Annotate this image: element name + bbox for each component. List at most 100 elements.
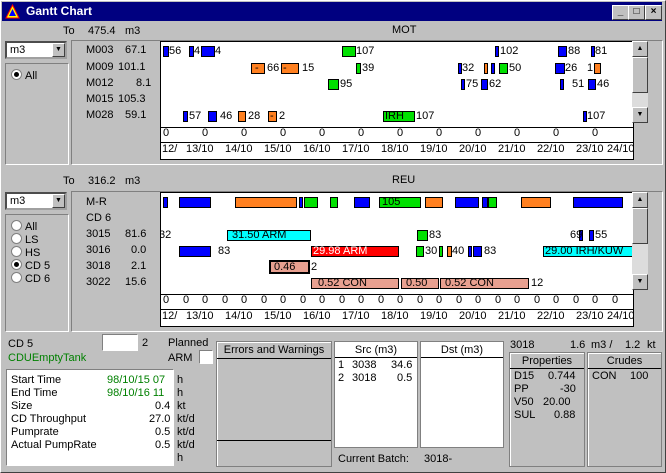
gantt-bar[interactable] xyxy=(342,46,356,57)
crudes-title: Crudes xyxy=(606,355,643,367)
axis-date: 19/10 xyxy=(420,310,448,322)
axis-tick: 0 xyxy=(163,127,170,139)
gantt-bar[interactable] xyxy=(499,63,508,74)
radio-selected-icon xyxy=(11,69,22,80)
gantt-bar[interactable] xyxy=(425,197,443,208)
bar-label: 81 xyxy=(595,45,608,57)
gantt-bar[interactable] xyxy=(201,46,215,57)
reu-filter-hs[interactable]: HS xyxy=(11,246,40,259)
errors-warnings-panel: Errors and Warnings xyxy=(216,341,332,467)
gantt-bar[interactable] xyxy=(328,79,339,90)
gantt-bar[interactable] xyxy=(179,246,211,257)
mot-filter-all[interactable]: All xyxy=(11,69,37,82)
gantt-bar[interactable] xyxy=(555,63,565,74)
mot-unit-select[interactable]: m3 ▼ xyxy=(5,41,67,59)
reu-filter-ls[interactable]: LS xyxy=(11,233,38,246)
arm-checkbox[interactable] xyxy=(199,350,213,364)
mot-vertical-scrollbar[interactable]: ▲ ▼ xyxy=(632,41,648,123)
gantt-bar[interactable] xyxy=(481,79,488,90)
axis-date: 16/10 xyxy=(303,143,331,155)
field-label: Actual PumpRate xyxy=(11,439,97,451)
gantt-bar[interactable] xyxy=(356,63,361,74)
scroll-down-icon[interactable]: ▼ xyxy=(632,107,648,123)
gantt-bar[interactable] xyxy=(589,230,594,241)
gantt-bar[interactable] xyxy=(468,246,472,257)
gantt-bar[interactable] xyxy=(304,197,318,208)
axis-tick: 0 xyxy=(514,294,521,306)
src-panel: Src (m3) 1 3038 34.6 2 3018 0.5 xyxy=(334,341,418,448)
gantt-bar[interactable] xyxy=(163,197,168,208)
gantt-bar[interactable] xyxy=(461,79,465,90)
gantt-bar[interactable] xyxy=(416,246,424,257)
bar-label: 30 xyxy=(425,245,438,257)
mot-section-title: MOT xyxy=(392,24,417,36)
scroll-up-icon[interactable]: ▲ xyxy=(632,192,648,208)
scroll-thumb[interactable] xyxy=(632,208,648,244)
reu-filter-cd6[interactable]: CD 6 xyxy=(11,272,50,285)
gantt-bar[interactable] xyxy=(238,111,246,122)
bar-label: 2 xyxy=(279,110,286,122)
mot-row-name: M015 xyxy=(86,93,114,105)
src-value: 34.6 xyxy=(391,359,413,371)
reu-vertical-scrollbar[interactable]: ▲ ▼ xyxy=(632,192,648,290)
close-button[interactable]: × xyxy=(645,5,662,20)
dst-panel: Dst (m3) xyxy=(420,341,504,448)
mot-row-value: 67.1 xyxy=(125,44,147,56)
minimize-button[interactable]: _ xyxy=(612,5,629,20)
cd-label: CD 5 xyxy=(8,338,34,350)
mot-row-value: 8.1 xyxy=(136,77,152,89)
gantt-bar[interactable] xyxy=(235,197,297,208)
reu-unit-select[interactable]: m3 ▼ xyxy=(5,192,67,210)
axis-tick: 0 xyxy=(241,294,248,306)
bar-label: 51 xyxy=(572,78,585,90)
gantt-bar[interactable] xyxy=(573,197,623,208)
gantt-bar[interactable] xyxy=(521,197,551,208)
gantt-bar[interactable] xyxy=(208,111,217,122)
gantt-bar[interactable] xyxy=(473,246,482,257)
gantt-bar[interactable] xyxy=(330,197,338,208)
gantt-bar[interactable] xyxy=(455,197,479,208)
bar-label: 29.00 IRH/KUW xyxy=(545,245,624,257)
gantt-bar[interactable] xyxy=(495,46,499,57)
axis-tick: 0 xyxy=(300,294,307,306)
gantt-bar[interactable] xyxy=(491,63,495,74)
cd-input[interactable] xyxy=(102,334,138,351)
bar-label: 31.50 ARM xyxy=(232,229,287,241)
tank-m3-unit: m3 / xyxy=(591,339,613,351)
gantt-bar[interactable] xyxy=(179,197,211,208)
gantt-bar[interactable] xyxy=(560,79,564,90)
gantt-bar[interactable] xyxy=(558,46,567,57)
mot-to-label: To xyxy=(63,25,75,37)
axis-tick: 0 xyxy=(280,127,287,139)
reu-filter-cd5[interactable]: CD 5 xyxy=(11,259,50,272)
gantt-bar[interactable] xyxy=(354,197,370,208)
src-value: 0.5 xyxy=(397,372,413,384)
gantt-bar[interactable] xyxy=(183,111,188,122)
gantt-bar[interactable] xyxy=(594,63,601,74)
bar-label: 26 xyxy=(565,62,578,74)
gantt-bar[interactable] xyxy=(299,197,303,208)
axis-date: 12/ xyxy=(162,143,178,155)
divider xyxy=(217,440,331,441)
extra-unit: h xyxy=(177,452,184,464)
gantt-bar[interactable] xyxy=(484,63,488,74)
prop-value: 0.88 xyxy=(554,409,576,421)
crude-key: CON xyxy=(592,370,617,382)
axis-tick: 0 xyxy=(378,294,385,306)
axis-tick: 0 xyxy=(534,294,541,306)
scroll-down-icon[interactable]: ▼ xyxy=(632,274,648,290)
prop-key: D15 xyxy=(514,370,535,382)
bar-label: IRH xyxy=(385,110,404,122)
scroll-thumb[interactable] xyxy=(632,57,648,93)
maximize-button[interactable]: □ xyxy=(628,5,645,20)
gantt-bar[interactable] xyxy=(417,230,428,241)
scroll-up-icon[interactable]: ▲ xyxy=(632,41,648,57)
divider xyxy=(588,368,661,369)
reu-filter-all[interactable]: All xyxy=(11,220,37,233)
app-icon xyxy=(5,4,20,19)
gantt-bar[interactable] xyxy=(488,197,497,208)
gantt-bar[interactable] xyxy=(439,246,443,257)
bar-label: 83 xyxy=(484,245,497,257)
axis-date: 16/10 xyxy=(303,310,331,322)
gantt-bar[interactable] xyxy=(588,79,596,90)
